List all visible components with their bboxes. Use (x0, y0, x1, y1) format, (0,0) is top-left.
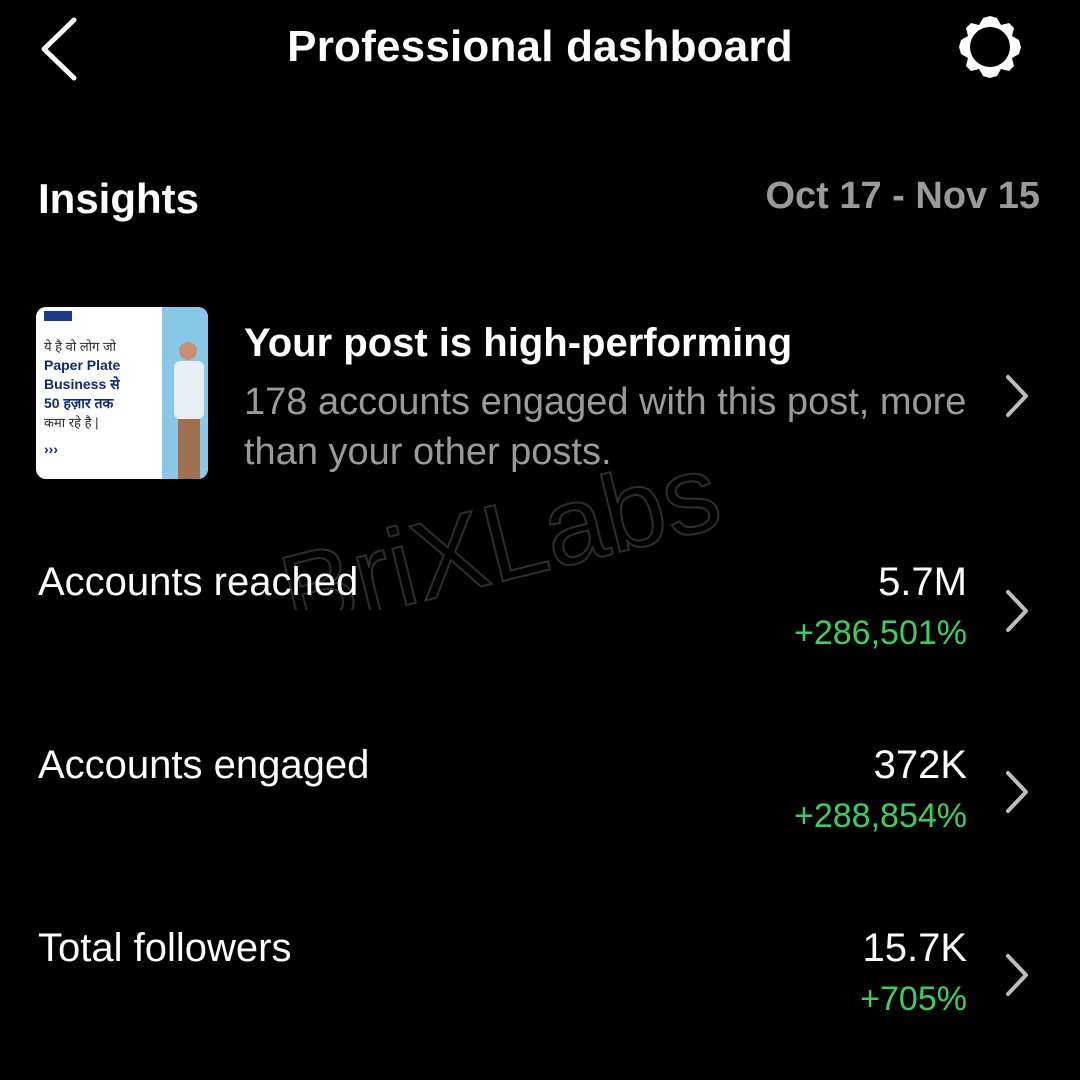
date-range-selector[interactable]: Oct 17 - Nov 15 (765, 175, 1040, 218)
thumbnail-line: 50 हज़ार तक (44, 395, 114, 411)
metric-row-accounts-engaged[interactable]: Accounts engaged 372K +288,854% (0, 743, 1080, 853)
metric-value: 372K (873, 743, 967, 787)
metric-label: Accounts reached (38, 560, 359, 604)
thumbnail-line: Business से (44, 376, 120, 392)
post-card-description: 178 accounts engaged with this post, mor… (244, 381, 967, 473)
metric-value: 5.7M (878, 560, 967, 604)
chevron-right-icon (1006, 954, 1028, 996)
thumbnail-arrows: ››› (44, 441, 58, 457)
metric-label: Accounts engaged (38, 743, 370, 787)
thumbnail-logo (44, 311, 72, 321)
thumbnail-line: कमा रहे है | (44, 415, 99, 430)
high-performing-post-card[interactable]: ये है वो लोग जो Paper Plate Business से … (36, 305, 1046, 485)
metric-value: 15.7K (862, 926, 967, 970)
settings-button[interactable] (950, 10, 1030, 85)
metric-row-total-followers[interactable]: Total followers 15.7K +705% (0, 926, 1080, 1036)
metric-change: +286,501% (794, 614, 967, 652)
thumbnail-line: ये है वो लोग जो (44, 339, 116, 354)
page-title: Professional dashboard (287, 22, 793, 71)
post-card-title: Your post is high-performing (244, 321, 793, 365)
chevron-right-icon (1006, 375, 1028, 417)
chevron-right-icon (1006, 590, 1028, 632)
metric-label: Total followers (38, 926, 292, 970)
metric-change: +288,854% (794, 797, 967, 835)
gear-icon (959, 16, 1021, 78)
metric-change: +705% (860, 980, 967, 1018)
insights-heading: Insights (38, 175, 200, 222)
thumbnail-line: Paper Plate (44, 357, 121, 373)
post-thumbnail: ये है वो लोग जो Paper Plate Business से … (36, 307, 208, 479)
app-header: Professional dashboard (0, 0, 1080, 100)
thumbnail-caption: ये है वो लोग जो Paper Plate Business से … (44, 337, 164, 459)
metric-row-accounts-reached[interactable]: Accounts reached 5.7M +286,501% (0, 560, 1080, 670)
person-figure (174, 342, 204, 479)
chevron-right-icon (1006, 771, 1028, 813)
